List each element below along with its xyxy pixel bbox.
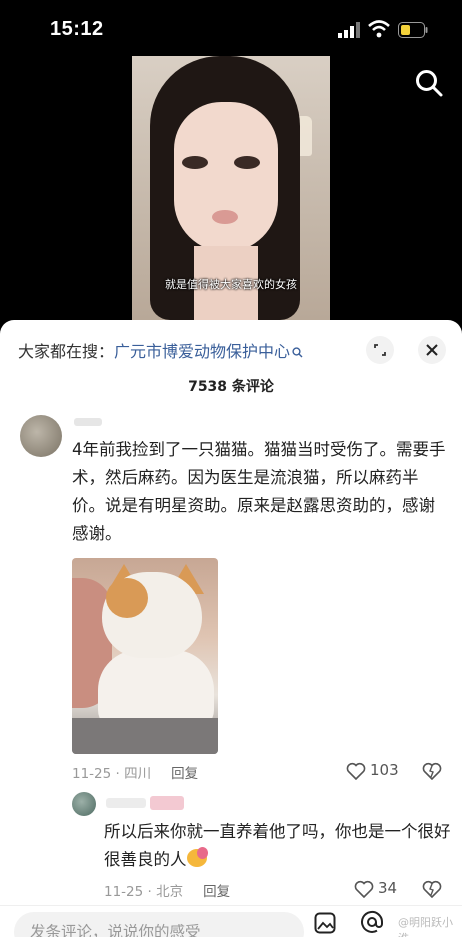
wifi-icon bbox=[368, 20, 390, 38]
reply-button[interactable]: 回复 bbox=[203, 884, 230, 900]
mention-icon[interactable] bbox=[360, 910, 384, 934]
comments-header: 大家都在搜：广元市博爱动物保护中心 bbox=[0, 320, 462, 376]
like-icon[interactable] bbox=[354, 880, 374, 898]
close-button[interactable] bbox=[418, 336, 446, 364]
expand-icon bbox=[374, 344, 386, 356]
comment-input-bar: 发条评论，说说你的感受 @明阳跃小淮 bbox=[0, 905, 462, 937]
person-lips bbox=[212, 210, 238, 224]
close-icon bbox=[426, 344, 438, 356]
comment-text: 4年前我捡到了一只猫猫。猫猫当时受伤了。需要手术，然后麻药。因为医生是流浪猫，所… bbox=[72, 440, 446, 543]
hug-emoji-icon bbox=[186, 847, 208, 867]
person-eye bbox=[234, 156, 260, 169]
comment-date: 11-25 · 四川 bbox=[72, 766, 152, 782]
dislike-icon[interactable] bbox=[422, 880, 442, 898]
person-face bbox=[174, 102, 278, 252]
like-icon[interactable] bbox=[346, 762, 366, 780]
signal-icon bbox=[338, 22, 360, 38]
battery-icon bbox=[398, 22, 428, 38]
status-bar: 15:12 bbox=[0, 0, 462, 56]
username-blurred[interactable] bbox=[106, 798, 146, 808]
watermark: @明阳跃小淮 bbox=[398, 916, 453, 937]
comment-count: 7538 条评论 bbox=[188, 379, 274, 395]
reply-meta: 11-25 · 北京 回复 bbox=[104, 880, 230, 900]
avatar[interactable] bbox=[20, 415, 62, 457]
like-count: 103 bbox=[370, 761, 399, 779]
status-time: 15:12 bbox=[50, 18, 104, 40]
reply-text: 所以后来你就一直养着他了吗，你也是一个很好很善良的人 bbox=[104, 818, 454, 874]
hot-search-link[interactable]: 广元市博爱动物保护中心 bbox=[114, 342, 290, 361]
user-badge bbox=[150, 796, 184, 810]
comment-input[interactable]: 发条评论，说说你的感受 bbox=[14, 912, 304, 937]
reply-date: 11-25 · 北京 bbox=[104, 884, 184, 900]
comment-input-placeholder: 发条评论，说说你的感受 bbox=[30, 923, 201, 937]
hot-search[interactable]: 大家都在搜：广元市博爱动物保护中心 bbox=[18, 338, 303, 362]
person-eye bbox=[182, 156, 208, 169]
comment-meta: 11-25 · 四川 回复 bbox=[72, 762, 198, 782]
comments-sheet: 大家都在搜：广元市博爱动物保护中心 7538 条评论 4年前我捡到了一只猫猫。猫… bbox=[0, 320, 462, 937]
image-icon[interactable] bbox=[314, 912, 336, 934]
username-blurred[interactable] bbox=[74, 418, 102, 426]
cat-patch bbox=[106, 578, 148, 618]
hot-search-prefix: 大家都在搜： bbox=[18, 342, 115, 361]
avatar[interactable] bbox=[72, 792, 96, 816]
video-caption: 就是值得被大家喜欢的女孩 bbox=[165, 278, 297, 291]
reply-text-content: 所以后来你就一直养着他了吗，你也是一个很好很善良的人 bbox=[104, 822, 451, 869]
mini-search-icon bbox=[292, 347, 303, 358]
blanket bbox=[72, 718, 218, 754]
dislike-icon[interactable] bbox=[422, 762, 442, 780]
reply-button[interactable]: 回复 bbox=[171, 766, 198, 782]
like-count: 34 bbox=[378, 879, 398, 897]
video-frame[interactable]: 就是值得被大家喜欢的女孩 bbox=[132, 56, 330, 320]
cat-photo[interactable] bbox=[72, 558, 218, 754]
expand-button[interactable] bbox=[366, 336, 394, 364]
search-icon[interactable] bbox=[414, 68, 444, 98]
